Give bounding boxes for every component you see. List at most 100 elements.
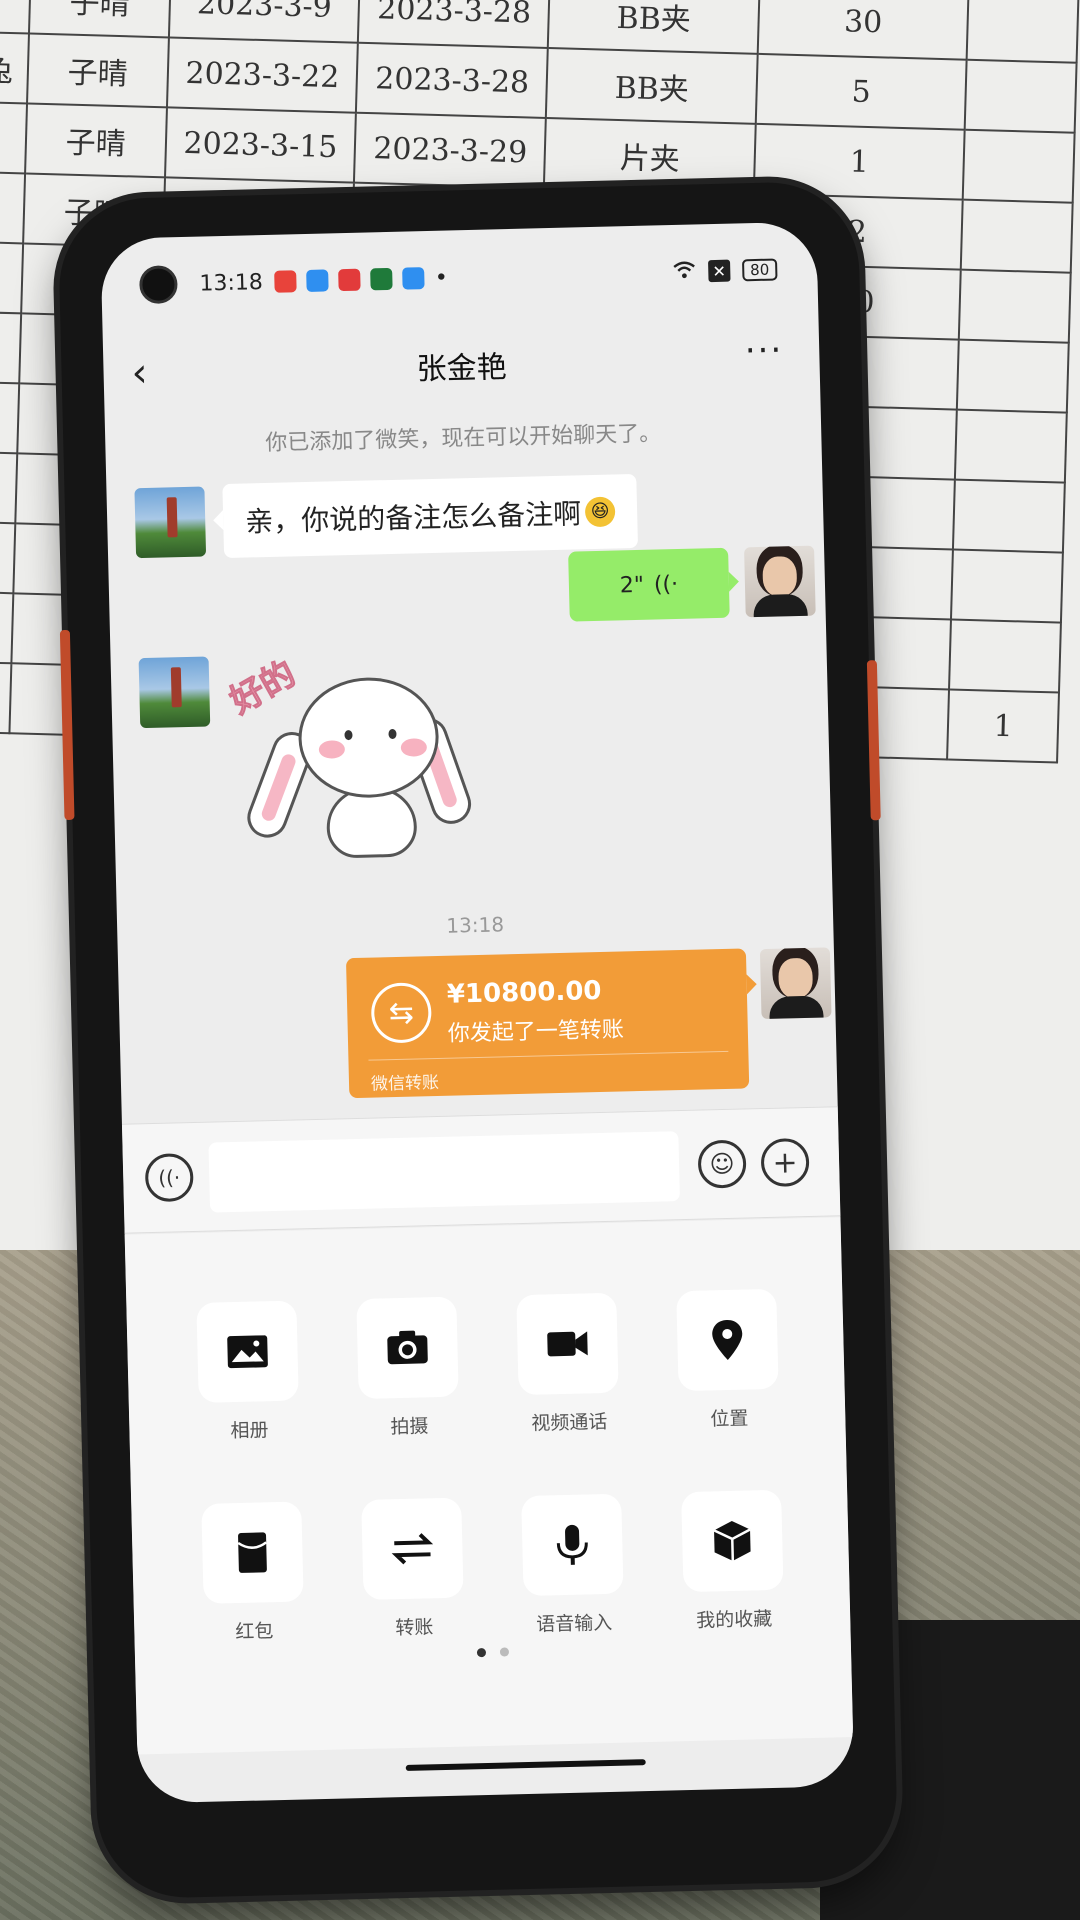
battery-icon: 80 (741, 258, 778, 282)
favorites-box-icon[interactable] (681, 1489, 784, 1593)
transfer-divider (368, 1050, 729, 1061)
background-table-cell (0, 240, 24, 314)
background-table-cell: 安兔 (0, 31, 29, 104)
self-avatar[interactable] (744, 545, 816, 618)
action-video-call[interactable]: 视频通话 (486, 1292, 649, 1437)
background-table-cell: 2023-3-15 (164, 107, 357, 183)
transfer-icon[interactable] (361, 1497, 464, 1600)
background-table-cell: 2023-3-9 (168, 0, 361, 43)
background-table-cell (951, 549, 1063, 623)
action-label: 位置 (710, 1407, 749, 1431)
background-table-cell: 子晴 (24, 103, 167, 178)
photo-icon[interactable] (196, 1300, 299, 1403)
status-bar: 13:18 • ✕ 80 (101, 243, 818, 310)
emoji-button[interactable]: ☺ (697, 1139, 747, 1189)
background-table-cell (961, 199, 1073, 273)
more-options-icon[interactable]: ··· (744, 330, 783, 371)
transfer-arrows-icon: ⇆ (370, 982, 433, 1044)
more-actions-plus-button[interactable]: + (760, 1137, 810, 1188)
action-label: 我的收藏 (695, 1607, 773, 1632)
notification-icon-3 (338, 268, 362, 292)
background-table-cell (959, 269, 1071, 343)
background-table-cell: 5 (755, 53, 967, 130)
no-sim-icon: ✕ (707, 259, 731, 283)
incoming-message-bubble[interactable]: 亲，你说的备注怎么备注啊 😆 (222, 473, 639, 559)
page-dot[interactable] (499, 1647, 510, 1657)
self-avatar-body (753, 593, 808, 618)
chat-header: ‹ 张金艳 ··· (103, 321, 820, 408)
transfer-card[interactable]: ⇆ ¥10800.00 你发起了一笔转账 微信转账 (345, 948, 750, 1099)
voice-wave-icon: ((· (653, 571, 679, 598)
background-table-cell (949, 619, 1061, 693)
background-table-cell: BB夹 (546, 48, 758, 124)
contact-avatar[interactable] (134, 486, 207, 559)
background-table-cell (966, 0, 1079, 63)
notification-icon-1 (274, 270, 298, 293)
voice-duration: 2" (619, 572, 645, 598)
back-chevron-icon[interactable]: ‹ (131, 350, 148, 396)
action-label: 红包 (235, 1620, 274, 1644)
background-table-cell: BB夹 (548, 0, 760, 54)
page-dot-active[interactable] (476, 1647, 487, 1658)
action-red-packet[interactable]: 红包 (171, 1501, 334, 1646)
action-grid: 相册 拍摄 视频通话 位置红包 转账 语音输入 我的收藏 (166, 1288, 814, 1646)
voice-message-bubble[interactable]: 2" ((· (568, 547, 730, 622)
contact-name-title: 张金艳 (416, 350, 508, 388)
bunny-eye-right (388, 728, 397, 740)
background-table-cell: 2023-3-22 (166, 37, 359, 113)
action-favorites-box[interactable]: 我的收藏 (651, 1489, 814, 1634)
self-avatar-body (769, 995, 824, 1020)
action-location[interactable]: 位置 (646, 1288, 809, 1433)
transfer-description: 你发起了一笔转账 (447, 1017, 625, 1047)
screen: 13:18 • ✕ 80 ‹ 张金艳 ··· 你已添加了微笑，现在可以开始聊天了… (100, 221, 855, 1804)
background-table-cell: 子晴 (26, 33, 169, 108)
background-table-cell (962, 129, 1075, 203)
background-table-cell: 2023-3-28 (356, 42, 549, 118)
background-table-cell (953, 479, 1065, 553)
microphone-icon[interactable] (521, 1493, 624, 1597)
self-avatar-face (778, 957, 814, 999)
voice-mode-button[interactable]: ((· (144, 1153, 194, 1203)
home-indicator[interactable] (405, 1759, 646, 1771)
status-time: 13:18 (199, 269, 264, 297)
background-table-cell: 2023-3-28 (358, 0, 551, 49)
background-table-cell (0, 170, 25, 244)
bunny-head (297, 675, 441, 800)
message-input[interactable] (208, 1131, 680, 1213)
action-label: 转账 (395, 1616, 434, 1640)
notification-icon-5 (402, 267, 426, 290)
contact-avatar[interactable] (138, 656, 211, 729)
background-table-cell: 2023-3-29 (354, 112, 547, 188)
notification-icon-2 (306, 269, 330, 292)
action-label: 语音输入 (536, 1611, 613, 1636)
self-avatar[interactable] (759, 947, 832, 1020)
location-icon[interactable] (676, 1288, 779, 1392)
video-call-icon[interactable] (516, 1292, 619, 1396)
action-camera[interactable]: 拍摄 (326, 1296, 489, 1441)
input-bar: ((· ☺ + (121, 1106, 841, 1234)
system-message: 你已添加了微笑，现在可以开始聊天了。 (265, 421, 662, 457)
camera-icon[interactable] (356, 1296, 459, 1400)
incoming-message-text: 亲，你说的备注怎么备注啊 (244, 497, 582, 539)
background-table-cell (0, 310, 22, 384)
background-table-cell: 片夹 (544, 117, 756, 194)
background-table-cell: 1 (947, 689, 1059, 763)
notification-icon-4 (370, 267, 394, 291)
background-table-cell (955, 409, 1067, 483)
action-microphone[interactable]: 语音输入 (491, 1493, 654, 1638)
chat-timestamp: 13:18 (446, 912, 505, 938)
action-photo[interactable]: 相册 (166, 1300, 329, 1445)
action-label: 拍摄 (390, 1415, 429, 1439)
more-notifications-dot-icon: • (434, 265, 449, 291)
bunny-eye-left (344, 729, 353, 741)
bunny-sticker[interactable]: 好的 (223, 645, 477, 871)
action-transfer[interactable]: 转账 (331, 1497, 494, 1642)
laughing-emoji-icon: 😆 (584, 496, 616, 528)
wifi-icon (672, 259, 697, 285)
action-label: 相册 (230, 1419, 269, 1443)
phone: 13:18 • ✕ 80 ‹ 张金艳 ··· 你已添加了微笑，现在可以开始聊天了… (57, 180, 899, 1900)
background-table-cell: 30 (757, 0, 969, 60)
red-packet-icon[interactable] (201, 1501, 304, 1604)
background-table-cell: 子晴 (28, 0, 171, 38)
background-table-cell (964, 59, 1077, 133)
